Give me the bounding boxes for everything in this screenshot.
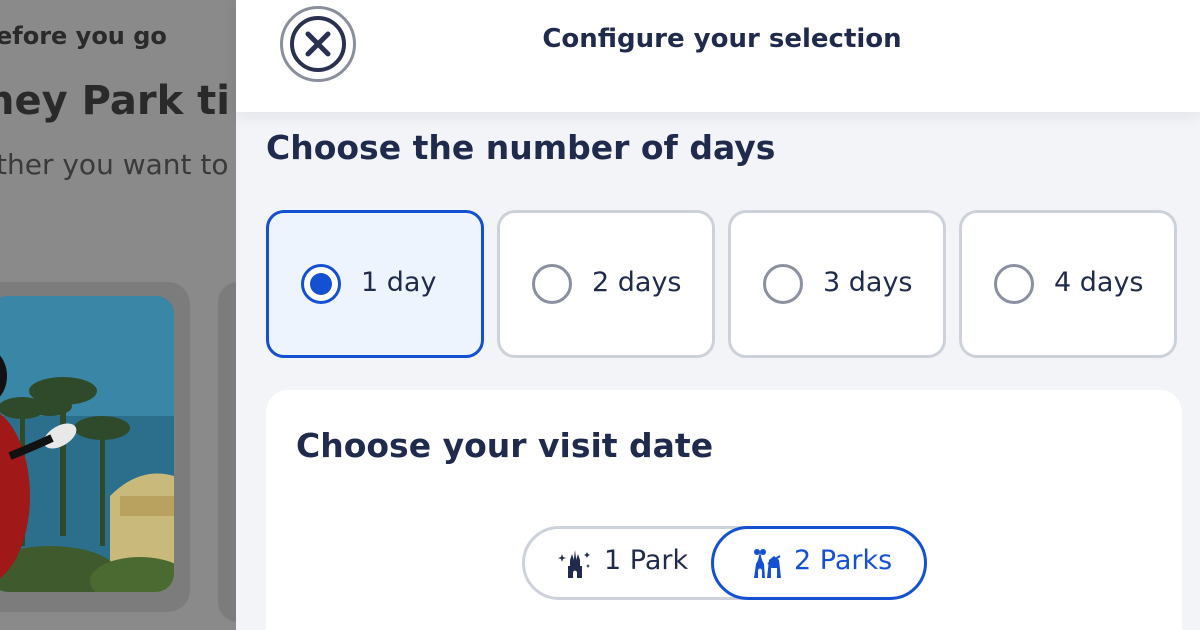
close-icon [305,31,331,57]
day-option-2-days[interactable]: 2 days [497,210,715,358]
two-parks-icon [754,549,781,578]
background-card-image [0,296,174,592]
background-page-overlay[interactable]: efore you goS ney Park ti ther you want … [0,0,236,630]
radio-unselected-icon[interactable] [994,264,1034,304]
background-card-edge [218,282,236,622]
background-page-subtitle: ther you want to [0,148,229,181]
background-nav-item-before-you-go: efore you go [0,22,167,50]
castle-icon [558,550,590,578]
close-button[interactable] [280,6,356,82]
park-option-2-parks[interactable]: 2 Parks [711,526,927,600]
configure-selection-panel: Configure your selection Choose the numb… [236,0,1200,630]
day-option-label: 2 days [592,267,682,298]
day-option-label: 3 days [823,267,913,298]
day-option-3-days[interactable]: 3 days [728,210,946,358]
app-root: efore you goS ney Park ti ther you want … [0,0,1200,630]
day-option-label: 4 days [1054,267,1144,298]
park-option-label: 2 Parks [794,545,893,576]
panel-header: Configure your selection [236,0,1200,112]
park-option-label: 1 Park [604,545,689,576]
park-photo-image [0,296,174,592]
park-option-1-park[interactable]: 1 Park [522,526,712,600]
visit-date-title: Choose your visit date [296,426,714,465]
day-option-1-day[interactable]: 1 day [266,210,484,358]
park-count-toggle: 1 Park 2 Parks [522,526,927,600]
number-of-days-title: Choose the number of days [266,128,776,167]
background-page-title: ney Park ti [0,78,230,124]
panel-header-title: Configure your selection [542,24,902,54]
background-nav: efore you goS [0,22,236,50]
visit-date-card: Choose your visit date 1 Park 2 Parks [266,390,1182,630]
day-option-4-days[interactable]: 4 days [959,210,1177,358]
day-option-label: 1 day [361,267,437,298]
radio-selected-icon[interactable] [301,264,341,304]
radio-unselected-icon[interactable] [763,264,803,304]
radio-unselected-icon[interactable] [532,264,572,304]
